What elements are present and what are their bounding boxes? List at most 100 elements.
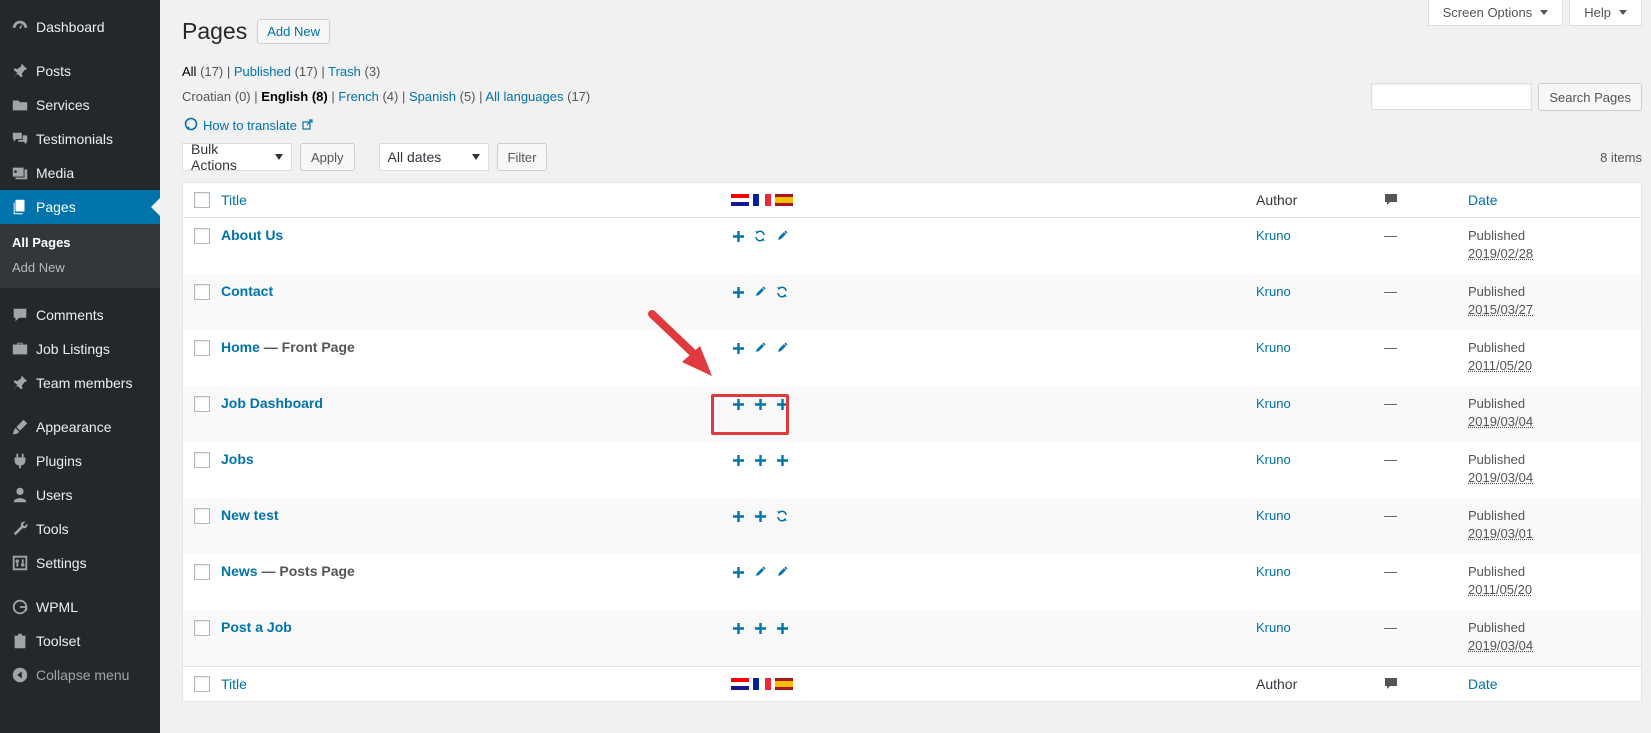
page-title-link[interactable]: Post a Job: [221, 619, 292, 635]
table-row: News — Posts Page Kruno — Published 2011/…: [183, 554, 1641, 610]
search-input[interactable]: [1371, 83, 1533, 110]
row-checkbox[interactable]: [194, 340, 210, 356]
lang-spanish-link[interactable]: Spanish: [409, 89, 456, 104]
add-translation-icon[interactable]: [731, 453, 745, 467]
add-translation-icon[interactable]: [731, 565, 745, 579]
page-state-label: — Front Page: [259, 339, 355, 355]
row-checkbox[interactable]: [194, 284, 210, 300]
page-title-link[interactable]: News: [221, 563, 258, 579]
screen-options-button[interactable]: Screen Options: [1427, 0, 1564, 26]
author-link[interactable]: Kruno: [1256, 340, 1291, 355]
select-all-checkbox-footer[interactable]: [194, 676, 210, 692]
sidebar-item-wpml[interactable]: WPML: [0, 590, 160, 624]
page-title-link[interactable]: About Us: [221, 227, 283, 243]
sync-translation-icon[interactable]: [775, 509, 789, 523]
language-flags-header: [728, 183, 1256, 217]
add-translation-icon[interactable]: [753, 453, 767, 467]
how-to-translate-link[interactable]: How to translate: [184, 117, 313, 134]
collapse-menu-button[interactable]: Collapse menu: [0, 658, 160, 692]
submenu-all-pages[interactable]: All Pages: [0, 230, 160, 255]
page-title-link[interactable]: Job Dashboard: [221, 395, 323, 411]
page-title-link[interactable]: New test: [221, 507, 279, 523]
row-checkbox[interactable]: [194, 564, 210, 580]
sidebar-item-team-members[interactable]: Team members: [0, 366, 160, 400]
add-translation-icon[interactable]: [775, 453, 789, 467]
row-checkbox[interactable]: [194, 396, 210, 412]
author-link[interactable]: Kruno: [1256, 228, 1291, 243]
edit-translation-icon[interactable]: [775, 565, 789, 579]
sidebar-item-toolset[interactable]: Toolset: [0, 624, 160, 658]
author-link[interactable]: Kruno: [1256, 508, 1291, 523]
title-sort-link-footer[interactable]: Title: [221, 676, 247, 692]
add-new-button[interactable]: Add New: [257, 19, 330, 44]
translation-status-icons: [728, 554, 1256, 610]
lang-all-link[interactable]: All languages: [485, 89, 563, 104]
search-pages-button[interactable]: Search Pages: [1538, 83, 1642, 111]
sidebar-item-settings[interactable]: Settings: [0, 546, 160, 580]
sidebar-item-tools[interactable]: Tools: [0, 512, 160, 546]
date-filter-select[interactable]: All dates: [378, 143, 489, 171]
add-translation-icon[interactable]: [753, 509, 767, 523]
publish-status: Published: [1468, 620, 1526, 635]
row-checkbox[interactable]: [194, 508, 210, 524]
date-cell: Published 2019/03/04: [1468, 610, 1641, 666]
sidebar-item-dashboard[interactable]: Dashboard: [0, 10, 160, 44]
publish-date: 2019/02/28: [1468, 246, 1534, 261]
sync-translation-icon[interactable]: [775, 285, 789, 299]
sidebar-item-services[interactable]: Services: [0, 88, 160, 122]
edit-translation-icon[interactable]: [753, 565, 767, 579]
author-link[interactable]: Kruno: [1256, 452, 1291, 467]
title-sort-link[interactable]: Title: [221, 192, 247, 208]
filter-trash-link[interactable]: Trash: [328, 64, 361, 79]
how-to-translate-label[interactable]: How to translate: [203, 118, 297, 133]
publish-status: Published: [1468, 396, 1526, 411]
sync-translation-icon[interactable]: [753, 229, 767, 243]
sidebar-item-users[interactable]: Users: [0, 478, 160, 512]
submenu-add-new[interactable]: Add New: [0, 255, 160, 280]
page-title-link[interactable]: Jobs: [221, 451, 254, 467]
add-translation-icon[interactable]: [775, 621, 789, 635]
filter-published-link[interactable]: Published: [234, 64, 291, 79]
sidebar-item-comments[interactable]: Comments: [0, 298, 160, 332]
edit-translation-icon[interactable]: [775, 229, 789, 243]
add-translation-icon[interactable]: [731, 621, 745, 635]
select-all-checkbox[interactable]: [194, 192, 210, 208]
table-row: Jobs Kruno — Published 2019/03/04: [183, 442, 1641, 498]
sidebar-item-testimonials[interactable]: Testimonials: [0, 122, 160, 156]
sidebar-item-appearance[interactable]: Appearance: [0, 410, 160, 444]
comments-count: —: [1384, 508, 1397, 523]
edit-translation-icon[interactable]: [753, 341, 767, 355]
sidebar-item-pages[interactable]: Pages: [0, 190, 160, 224]
add-translation-icon[interactable]: [753, 621, 767, 635]
author-link[interactable]: Kruno: [1256, 620, 1291, 635]
apply-button[interactable]: Apply: [300, 143, 355, 171]
sidebar-item-media[interactable]: Media: [0, 156, 160, 190]
sidebar-item-plugins[interactable]: Plugins: [0, 444, 160, 478]
sidebar-item-posts[interactable]: Posts: [0, 54, 160, 88]
edit-translation-icon[interactable]: [775, 341, 789, 355]
bulk-actions-select[interactable]: Bulk Actions: [182, 141, 292, 173]
filter-all-link[interactable]: All: [182, 64, 196, 79]
date-sort-link-footer[interactable]: Date: [1468, 675, 1498, 693]
add-translation-icon[interactable]: [731, 341, 745, 355]
sidebar-item-label: Job Listings: [36, 341, 110, 357]
row-checkbox[interactable]: [194, 620, 210, 636]
page-title-link[interactable]: Contact: [221, 283, 273, 299]
translation-status-icons: [728, 274, 1256, 330]
add-translation-icon[interactable]: [731, 229, 745, 243]
author-link[interactable]: Kruno: [1256, 284, 1291, 299]
page-title-link[interactable]: Home: [221, 339, 260, 355]
author-link[interactable]: Kruno: [1256, 396, 1291, 411]
lang-french-link[interactable]: French: [338, 89, 378, 104]
author-link[interactable]: Kruno: [1256, 564, 1291, 579]
sidebar-item-job-listings[interactable]: Job Listings: [0, 332, 160, 366]
help-button[interactable]: Help: [1569, 0, 1642, 26]
date-sort-link[interactable]: Date: [1468, 191, 1498, 209]
add-translation-icon[interactable]: [731, 285, 745, 299]
row-checkbox[interactable]: [194, 452, 210, 468]
edit-translation-icon[interactable]: [753, 285, 767, 299]
dropdown-arrow-icon: [471, 154, 480, 160]
add-translation-icon[interactable]: [731, 509, 745, 523]
row-checkbox[interactable]: [194, 228, 210, 244]
filter-button[interactable]: Filter: [496, 143, 548, 171]
